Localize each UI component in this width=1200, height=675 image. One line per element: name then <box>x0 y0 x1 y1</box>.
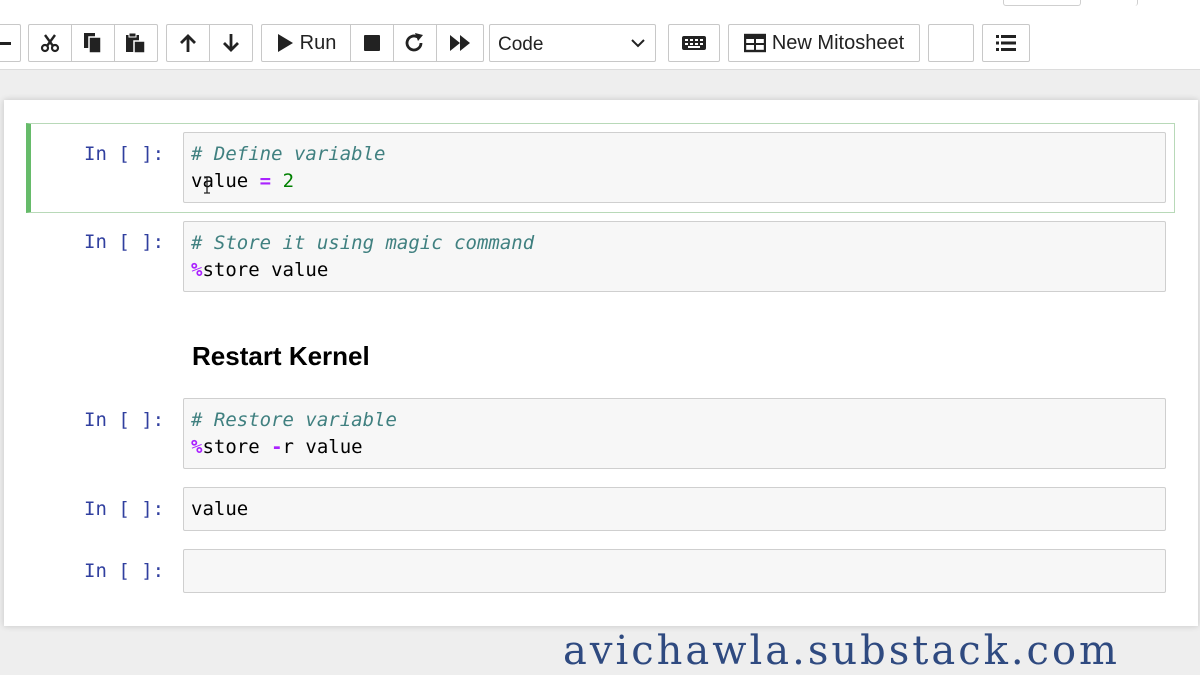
cut-icon <box>40 34 60 53</box>
copy-icon <box>84 33 102 54</box>
restart-button[interactable] <box>394 25 437 61</box>
move-up-button[interactable] <box>167 25 210 61</box>
fast-forward-icon <box>450 35 470 51</box>
cell-prompt: In [ ]: <box>84 231 165 253</box>
code-comment: # Define variable <box>191 143 386 165</box>
table-of-contents-button[interactable] <box>983 25 1029 61</box>
code-editor[interactable]: # Define variable value = 2 <box>183 132 1166 203</box>
run-group: Run <box>261 24 484 62</box>
new-mitosheet-group: New Mitosheet <box>728 24 920 62</box>
insert-cell-button[interactable] <box>0 24 21 62</box>
arrow-up-icon <box>180 34 196 52</box>
watermark-text: avichawla.substack.com <box>563 628 1120 674</box>
restart-run-all-button[interactable] <box>437 25 483 61</box>
code-line: %store -r value <box>191 436 363 458</box>
menu-divider <box>1120 0 1138 6</box>
blank-toolbar-button[interactable] <box>928 24 974 62</box>
cell-prompt: In [ ]: <box>84 143 165 165</box>
cut-button[interactable] <box>29 25 72 61</box>
code-line: value <box>191 498 249 520</box>
new-mitosheet-label: New Mitosheet <box>771 31 905 54</box>
notebook-toolbar: Run Code New Mitosheet <box>0 0 1200 70</box>
table-icon <box>743 33 766 53</box>
table-of-contents-group <box>982 24 1030 62</box>
paste-icon <box>126 32 146 54</box>
plus-icon <box>0 25 20 61</box>
text-cursor-icon <box>204 176 210 194</box>
menu-bar-remnant <box>0 0 1200 8</box>
cell-prompt: In [ ]: <box>84 560 165 582</box>
move-group <box>166 24 253 62</box>
command-palette-group <box>668 24 720 62</box>
copy-button[interactable] <box>72 25 115 61</box>
clipboard-group <box>28 24 158 62</box>
interrupt-button[interactable] <box>351 25 394 61</box>
code-editor[interactable] <box>183 549 1166 593</box>
arrow-down-icon <box>223 34 239 52</box>
run-button[interactable]: Run <box>262 25 351 61</box>
cell-prompt: In [ ]: <box>84 498 165 520</box>
new-mitosheet-button[interactable]: New Mitosheet <box>729 25 919 61</box>
paste-button[interactable] <box>115 25 157 61</box>
run-icon <box>277 34 293 52</box>
markdown-heading: Restart Kernel <box>192 341 370 371</box>
code-comment: # Store it using magic command <box>191 232 535 254</box>
command-palette-button[interactable] <box>669 25 719 61</box>
code-editor[interactable]: # Restore variable %store -r value <box>183 398 1166 469</box>
code-editor[interactable]: value <box>183 487 1166 531</box>
keyboard-icon <box>682 36 706 50</box>
run-label: Run <box>299 31 337 54</box>
code-comment: # Restore variable <box>191 409 397 431</box>
restart-icon <box>405 33 423 52</box>
kernel-indicator <box>1003 0 1081 6</box>
cell-prompt: In [ ]: <box>84 409 165 431</box>
move-down-button[interactable] <box>210 25 252 61</box>
chevron-down-icon <box>631 39 645 48</box>
stop-icon <box>364 35 380 51</box>
code-editor[interactable]: # Store it using magic command %store va… <box>183 221 1166 292</box>
cell-type-select[interactable]: Code <box>489 24 656 62</box>
cell-type-value: Code <box>498 34 544 55</box>
list-icon <box>996 35 1016 51</box>
code-line: %store value <box>191 259 329 281</box>
